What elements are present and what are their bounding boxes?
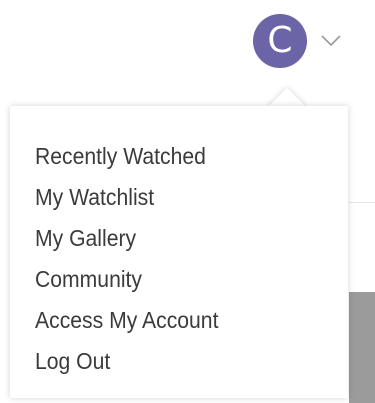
user-menu-trigger[interactable]: C <box>253 14 341 68</box>
menu-item-log-out[interactable]: Log Out <box>35 341 218 382</box>
menu-item-community[interactable]: Community <box>35 259 218 300</box>
menu-item-my-watchlist[interactable]: My Watchlist <box>35 177 218 218</box>
avatar-initial: C <box>267 20 293 61</box>
menu-item-recently-watched[interactable]: Recently Watched <box>35 136 218 177</box>
menu-list: Recently Watched My Watchlist My Gallery… <box>35 136 234 382</box>
background-image-block <box>349 292 375 403</box>
dropdown-caret <box>267 79 307 107</box>
avatar[interactable]: C <box>253 14 307 68</box>
background-divider <box>349 202 375 203</box>
menu-item-access-my-account[interactable]: Access My Account <box>35 300 218 341</box>
menu-item-my-gallery[interactable]: My Gallery <box>35 218 218 259</box>
user-dropdown-menu: Recently Watched My Watchlist My Gallery… <box>10 106 348 398</box>
chevron-down-icon[interactable] <box>321 35 341 47</box>
